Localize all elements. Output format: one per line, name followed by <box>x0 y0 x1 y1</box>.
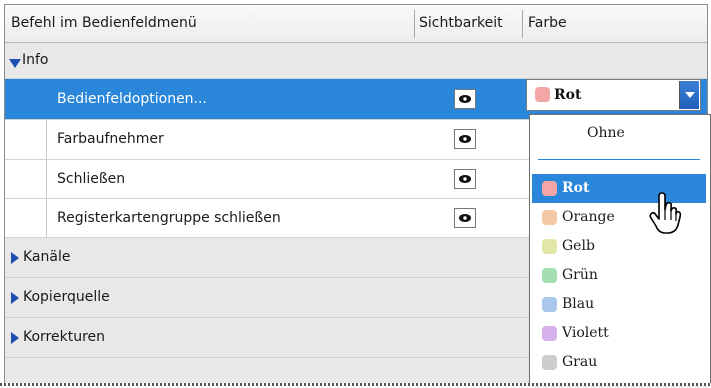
color-option-label: Grau <box>562 354 598 370</box>
color-option-label: Rot <box>562 180 590 196</box>
swatch-violet-icon <box>542 326 557 341</box>
color-option-label: Grün <box>562 267 598 283</box>
column-divider[interactable] <box>522 10 523 38</box>
panel-bottom-edge <box>0 383 711 386</box>
visibility-eye-icon[interactable] <box>454 208 476 228</box>
menu-item-label: Registerkartengruppe schließen <box>57 210 281 226</box>
visibility-eye-icon[interactable] <box>454 89 476 109</box>
table-header: Befehl im Bedienfeldmenü Sichtbarkeit Fa… <box>5 5 707 43</box>
menu-item-label: Bedienfeldoptionen... <box>57 91 207 107</box>
color-option-ohne[interactable]: Ohne <box>532 119 706 148</box>
column-divider[interactable] <box>414 10 415 38</box>
swatch-orange-icon <box>542 210 557 225</box>
menu-item-label: Schließen <box>57 171 126 187</box>
indent-line <box>46 199 47 237</box>
color-dropdown-list: Ohne Rot Orange Gelb Grün Blau Violett G… <box>529 114 711 384</box>
visibility-eye-icon[interactable] <box>454 169 476 189</box>
collapsed-triangle-icon[interactable] <box>11 252 19 264</box>
group-label-kanaele: Kanäle <box>23 249 71 265</box>
swatch-gray-icon <box>542 355 557 370</box>
swatch-red-icon <box>542 181 557 196</box>
column-header-color[interactable]: Farbe <box>528 5 567 42</box>
group-label-info: Info <box>22 52 49 68</box>
expanded-triangle-icon[interactable] <box>9 59 21 68</box>
visibility-eye-icon[interactable] <box>454 129 476 149</box>
color-option-label: Ohne <box>587 125 625 141</box>
collapsed-triangle-icon[interactable] <box>11 332 19 344</box>
group-label-kopierquelle: Kopierquelle <box>23 289 110 305</box>
color-option-label: Violett <box>562 325 609 341</box>
divider <box>538 159 700 160</box>
color-option-gruen[interactable]: Grün <box>532 261 706 290</box>
collapsed-triangle-icon[interactable] <box>11 292 19 304</box>
hand-cursor-icon <box>649 192 682 234</box>
color-option-blau[interactable]: Blau <box>532 290 706 319</box>
chevron-down-icon[interactable] <box>679 81 699 109</box>
color-option-label: Orange <box>562 209 615 225</box>
indent-line <box>46 120 47 159</box>
color-option-gelb[interactable]: Gelb <box>532 232 706 261</box>
color-option-violett[interactable]: Violett <box>532 319 706 348</box>
column-header-command[interactable]: Befehl im Bedienfeldmenü <box>11 5 197 42</box>
swatch-yellow-icon <box>542 239 557 254</box>
color-option-label: Gelb <box>562 238 595 254</box>
indent-line <box>46 160 47 198</box>
color-select-value: Rot <box>554 87 582 103</box>
group-row-info[interactable]: Info <box>5 43 707 79</box>
group-label-korrekturen: Korrekturen <box>23 329 106 345</box>
column-header-visibility[interactable]: Sichtbarkeit <box>419 5 503 42</box>
color-select[interactable]: Rot <box>526 79 701 111</box>
color-option-label: Blau <box>562 296 595 312</box>
color-option-grau[interactable]: Grau <box>532 348 706 377</box>
swatch-green-icon <box>542 268 557 283</box>
menu-item-label: Farbaufnehmer <box>57 131 164 147</box>
swatch-blue-icon <box>542 297 557 312</box>
swatch-red-icon <box>535 87 550 102</box>
